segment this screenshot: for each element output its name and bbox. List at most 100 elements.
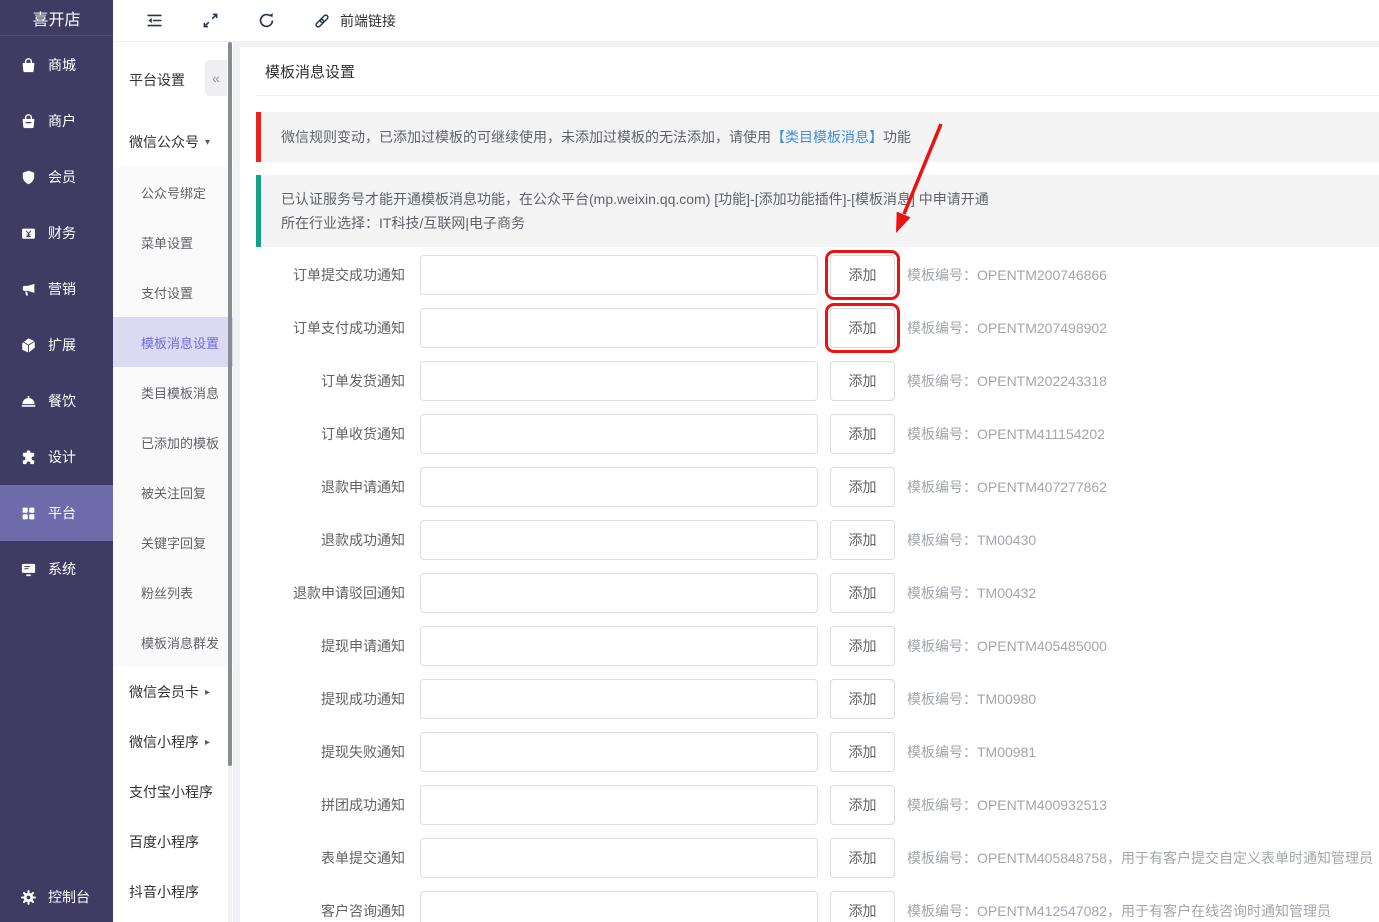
submenu-item[interactable]: 支付宝小程序	[113, 767, 233, 817]
submenu-item[interactable]: 微信公众号 ▾	[113, 117, 233, 167]
template-id-input[interactable]	[420, 361, 818, 401]
add-button[interactable]: 添加	[825, 303, 900, 353]
frontend-link-label: 前端链接	[340, 12, 396, 29]
add-button[interactable]: 添加	[830, 679, 895, 719]
mall-icon	[20, 57, 37, 74]
sidebar-item-console[interactable]: 控制台	[0, 872, 113, 922]
collapse-submenu-button[interactable]: «	[205, 60, 227, 96]
finance-icon	[20, 225, 37, 242]
sidebar-item[interactable]: 会员	[0, 149, 113, 205]
template-number-value: TM00430	[977, 532, 1037, 548]
sidebar-item[interactable]: 平台	[0, 485, 113, 541]
template-number: 模板编号：OPENTM200746866	[907, 267, 1107, 283]
topbar: 前端链接	[113, 0, 1379, 42]
refresh-icon[interactable]	[257, 11, 276, 30]
template-number-value: OPENTM405485000	[977, 638, 1107, 654]
collapse-menu-icon[interactable]	[145, 11, 164, 30]
submenu-item[interactable]: 微信小程序 ▸	[113, 717, 233, 767]
template-rows: 订单提交成功通知 添加 模板编号：OPENTM200746866 订单支付成功通…	[256, 250, 1379, 922]
template-id-input[interactable]	[420, 573, 818, 613]
submenu-item[interactable]: 已添加的模板	[113, 417, 233, 467]
add-button[interactable]: 添加	[830, 838, 895, 878]
template-number-value: TM00432	[977, 585, 1037, 601]
sidebar-item[interactable]: 营销	[0, 261, 113, 317]
submenu-item-label: 模板消息群发	[141, 635, 220, 651]
sidebar-item[interactable]: 扩展	[0, 317, 113, 373]
main-content: 模板消息设置 微信规则变动，已添加过模板的可继续使用，未添加过模板的无法添加，请…	[240, 47, 1379, 922]
row-label: 提现成功通知	[321, 691, 405, 707]
sidebar-item-label: 商城	[48, 57, 76, 73]
sidebar-item[interactable]: 餐饮	[0, 373, 113, 429]
row-label: 退款申请驳回通知	[293, 585, 405, 601]
submenu-item[interactable]: 微信会员卡 ▸	[113, 667, 233, 717]
sidebar-item[interactable]: 商户	[0, 93, 113, 149]
add-button[interactable]: 添加	[830, 361, 895, 401]
template-id-input[interactable]	[420, 785, 818, 825]
template-id-input[interactable]	[420, 732, 818, 772]
template-id-input[interactable]	[420, 679, 818, 719]
template-number: 模板编号：OPENTM411154202	[907, 426, 1105, 442]
submenu-item[interactable]: 关键字回复	[113, 517, 233, 567]
sidebar-item-label: 营销	[48, 281, 76, 297]
template-id-input[interactable]	[420, 467, 818, 507]
app-logo: 喜开店	[0, 0, 113, 36]
sidebar-item[interactable]: 设计	[0, 429, 113, 485]
add-button[interactable]: 添加	[825, 250, 900, 300]
sidebar-item[interactable]: 系统	[0, 541, 113, 597]
add-button[interactable]: 添加	[830, 732, 895, 772]
template-number-value: TM00980	[977, 691, 1037, 707]
submenu-item[interactable]: 菜单设置	[113, 217, 233, 267]
member-icon	[20, 169, 37, 186]
template-number-value: OPENTM412547082，用于有客户在线咨询时通知管理员	[977, 903, 1331, 919]
submenu-item[interactable]: 公众号绑定	[113, 167, 233, 217]
sidebar-item-label: 餐饮	[48, 393, 76, 409]
submenu-item-label: 抖音小程序	[129, 884, 199, 900]
sidebar-nav: 商城 商户 会员 财务 营销 扩展 餐饮 设计 平台 系统	[0, 36, 113, 597]
add-button[interactable]: 添加	[830, 414, 895, 454]
add-button[interactable]: 添加	[830, 785, 895, 825]
row-label: 拼团成功通知	[321, 797, 405, 813]
template-id-input[interactable]	[420, 308, 818, 348]
submenu-item[interactable]: 被关注回复	[113, 467, 233, 517]
submenu-header: 平台设置 «	[113, 42, 233, 117]
template-id-input[interactable]	[420, 891, 818, 922]
frontend-link[interactable]: 前端链接	[313, 11, 396, 31]
template-id-input[interactable]	[420, 838, 818, 878]
submenu-item-label: 关键字回复	[141, 535, 207, 551]
template-row: 提现失败通知 添加 模板编号：TM00981	[256, 732, 1379, 785]
template-id-input[interactable]	[420, 414, 818, 454]
submenu-item[interactable]: 抖音小程序	[113, 867, 233, 917]
template-number: 模板编号：OPENTM202243318	[907, 373, 1107, 389]
submenu-title: 平台设置	[129, 71, 185, 88]
row-label: 表单提交通知	[321, 850, 405, 866]
notice-text: 功能	[883, 129, 911, 145]
template-id-input[interactable]	[420, 626, 818, 666]
category-template-link[interactable]: 【类目模板消息】	[771, 129, 883, 145]
template-id-input[interactable]	[420, 255, 818, 295]
add-button[interactable]: 添加	[830, 891, 895, 922]
row-label: 提现申请通知	[321, 638, 405, 654]
sidebar-item[interactable]: 商城	[0, 37, 113, 93]
submenu-scrollbar-thumb[interactable]	[228, 42, 232, 766]
system-icon	[20, 561, 37, 578]
submenu-item[interactable]: 类目模板消息	[113, 367, 233, 417]
submenu-item[interactable]: 模板消息群发	[113, 617, 233, 667]
submenu-item[interactable]: 粉丝列表	[113, 567, 233, 617]
submenu-item[interactable]: 百度小程序	[113, 817, 233, 867]
fullscreen-icon[interactable]	[201, 11, 220, 30]
notice-line-1: 已认证服务号才能开通模板消息功能，在公众平台(mp.weixin.qq.com)…	[281, 191, 989, 207]
row-label: 退款成功通知	[321, 532, 405, 548]
add-button[interactable]: 添加	[830, 467, 895, 507]
template-id-input[interactable]	[420, 520, 818, 560]
submenu-item[interactable]: 模板消息设置	[113, 317, 233, 367]
template-number-value: OPENTM207498902	[977, 320, 1107, 336]
submenu-item[interactable]: 支付设置	[113, 267, 233, 317]
template-number: 模板编号：OPENTM405848758，用于有客户提交自定义表单时通知管理员	[907, 850, 1373, 866]
add-button[interactable]: 添加	[830, 573, 895, 613]
add-button[interactable]: 添加	[830, 520, 895, 560]
sidebar-item-label: 系统	[48, 561, 76, 577]
row-label: 订单提交成功通知	[293, 267, 405, 283]
marketing-icon	[20, 281, 37, 298]
add-button[interactable]: 添加	[830, 626, 895, 666]
sidebar-item[interactable]: 财务	[0, 205, 113, 261]
